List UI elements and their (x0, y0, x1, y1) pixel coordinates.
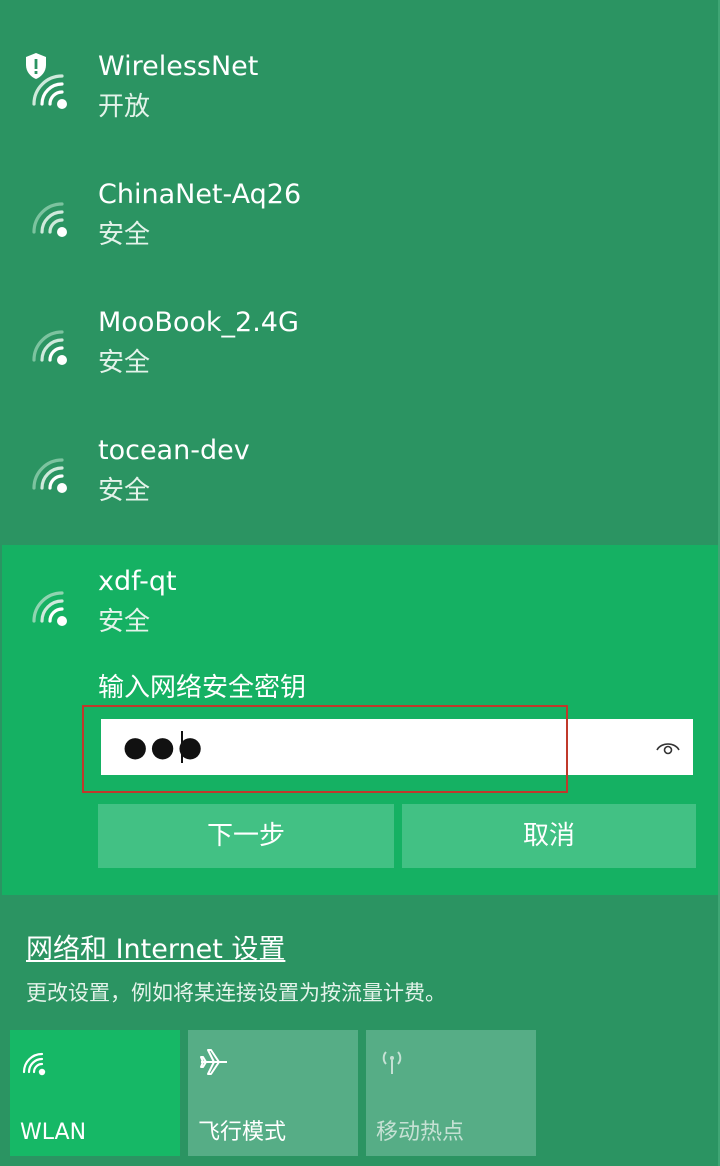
wifi-icon (32, 458, 67, 493)
airplane-icon (200, 1049, 227, 1075)
wlan-tile-label: WLAN (20, 1120, 87, 1145)
airplane-mode-tile-label: 飞行模式 (198, 1120, 287, 1145)
network-status: 安全 (98, 220, 151, 250)
network-settings-description: 更改设置，例如将某连接设置为按流量计费。 (26, 981, 446, 1005)
wifi-icon (32, 202, 67, 237)
airplane-mode-tile[interactable]: 飞行模式 (188, 1030, 358, 1156)
wifi-icon (22, 1052, 46, 1076)
network-status: 开放 (98, 92, 151, 122)
network-settings-link[interactable]: 网络和 Internet 设置 (26, 932, 285, 968)
wlan-tile[interactable]: WLAN (10, 1030, 180, 1156)
network-item[interactable]: ChinaNet-Aq26 安全 (0, 128, 720, 256)
eye-icon[interactable] (655, 737, 681, 757)
wifi-flyout: WirelessNet 开放 ChinaNet-Aq26 安全 MooBook_… (0, 0, 720, 1166)
network-name: xdf-qt (98, 566, 177, 597)
network-item[interactable]: WirelessNet 开放 (0, 0, 720, 128)
network-name: ChinaNet-Aq26 (98, 179, 302, 210)
next-button[interactable]: 下一步 (98, 804, 394, 868)
network-name: WirelessNet (98, 51, 259, 82)
security-key-label: 输入网络安全密钥 (98, 673, 307, 703)
hotspot-icon (382, 1051, 402, 1074)
wifi-icon (32, 591, 67, 626)
password-value: ●●● (123, 730, 206, 763)
text-caret (181, 731, 183, 763)
wifi-icon (32, 74, 67, 109)
network-name: MooBook_2.4G (98, 307, 299, 338)
network-name: tocean-dev (98, 435, 250, 466)
mobile-hotspot-tile-label: 移动热点 (376, 1120, 465, 1145)
wifi-icon (32, 330, 67, 365)
selected-network: xdf-qt 安全 输入网络安全密钥 ●●● 下一步 取消 (2, 545, 720, 895)
security-key-input[interactable]: ●●● (101, 719, 693, 775)
network-item[interactable]: MooBook_2.4G 安全 (0, 256, 720, 384)
network-item[interactable]: tocean-dev 安全 (0, 384, 720, 512)
network-status: 安全 (98, 476, 151, 506)
cancel-button[interactable]: 取消 (402, 804, 696, 868)
mobile-hotspot-tile[interactable]: 移动热点 (366, 1030, 536, 1156)
network-status: 安全 (98, 348, 151, 378)
network-status: 安全 (98, 607, 151, 637)
